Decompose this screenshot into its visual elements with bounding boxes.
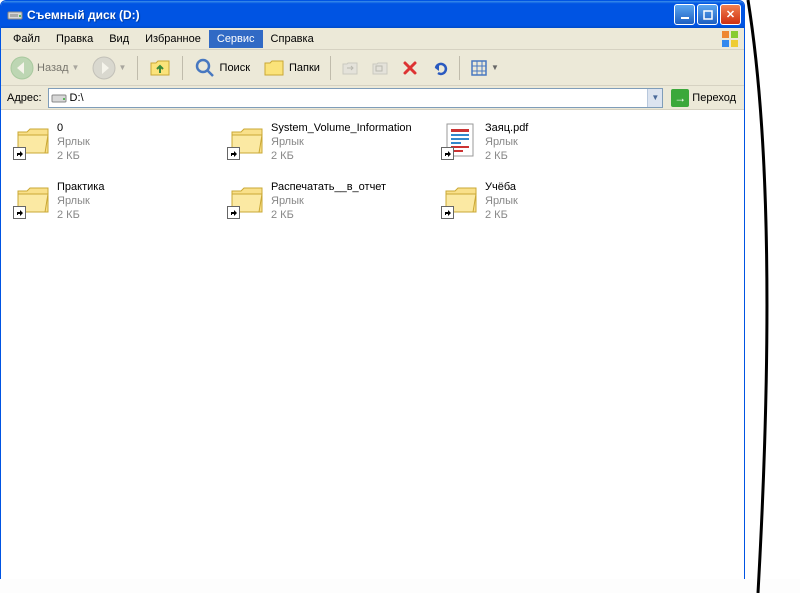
chevron-down-icon: ▼ xyxy=(72,63,80,72)
back-button[interactable]: Назад ▼ xyxy=(5,52,85,84)
views-button[interactable]: ▼ xyxy=(465,55,504,81)
file-type: Ярлык xyxy=(485,135,528,149)
forward-icon xyxy=(92,56,116,80)
menu-file[interactable]: Файл xyxy=(5,30,48,48)
folders-icon xyxy=(262,56,286,80)
go-label: Переход xyxy=(692,92,736,104)
address-value: D:\ xyxy=(70,92,648,104)
shortcut-overlay-icon xyxy=(227,147,240,160)
drive-icon xyxy=(7,7,23,23)
explorer-window: Съемный диск (D:) ✕ Файл Правка Вид Избр… xyxy=(0,0,745,580)
address-label: Адрес: xyxy=(5,92,44,104)
windows-logo-icon xyxy=(720,29,740,49)
separator xyxy=(459,56,460,80)
menu-view[interactable]: Вид xyxy=(101,30,137,48)
search-button[interactable]: Поиск xyxy=(188,52,255,84)
file-size: 2 КБ xyxy=(485,149,528,163)
file-name: Распечатать__в_отчет xyxy=(271,180,386,194)
undo-button[interactable] xyxy=(426,55,454,81)
menu-tools[interactable]: Сервис xyxy=(209,30,263,48)
folder-icon xyxy=(441,179,481,219)
copy-to-icon xyxy=(371,59,389,77)
back-label: Назад xyxy=(37,62,69,74)
file-size: 2 КБ xyxy=(271,149,412,163)
file-type: Ярлык xyxy=(57,135,90,149)
drive-icon xyxy=(51,90,67,106)
separator xyxy=(330,56,331,80)
go-arrow-icon: → xyxy=(671,89,689,107)
file-item[interactable]: 0Ярлык2 КБ xyxy=(11,118,221,165)
file-pane[interactable]: 0Ярлык2 КБSystem_Volume_InformationЯрлык… xyxy=(1,110,744,579)
menu-favorites[interactable]: Избранное xyxy=(137,30,209,48)
file-size: 2 КБ xyxy=(57,149,90,163)
page-footer-blank xyxy=(0,579,800,593)
file-type: Ярлык xyxy=(57,194,104,208)
file-item[interactable]: УчёбаЯрлык2 КБ xyxy=(439,177,649,224)
separator xyxy=(137,56,138,80)
file-name: Учёба xyxy=(485,180,518,194)
folder-icon xyxy=(13,179,53,219)
file-item[interactable]: System_Volume_InformationЯрлык2 КБ xyxy=(225,118,435,165)
file-item[interactable]: Распечатать__в_отчетЯрлык2 КБ xyxy=(225,177,435,224)
folder-up-icon xyxy=(148,56,172,80)
addressbar: Адрес: D:\ ▼ → Переход xyxy=(1,86,744,110)
folder-icon xyxy=(13,120,53,160)
file-name: 0 xyxy=(57,121,90,135)
menu-edit[interactable]: Правка xyxy=(48,30,101,48)
forward-button[interactable]: ▼ xyxy=(87,52,132,84)
up-button[interactable] xyxy=(143,52,177,84)
file-size: 2 КБ xyxy=(271,208,386,222)
undo-icon xyxy=(431,59,449,77)
copy-to-button[interactable] xyxy=(366,55,394,81)
address-combo[interactable]: D:\ ▼ xyxy=(48,88,664,108)
views-icon xyxy=(470,59,488,77)
shortcut-overlay-icon xyxy=(441,147,454,160)
menubar: Файл Правка Вид Избранное Сервис Справка xyxy=(1,28,744,50)
minimize-button[interactable] xyxy=(674,4,695,25)
file-size: 2 КБ xyxy=(57,208,104,222)
file-size: 2 КБ xyxy=(485,208,518,222)
shortcut-overlay-icon xyxy=(13,147,26,160)
titlebar[interactable]: Съемный диск (D:) ✕ xyxy=(1,1,744,28)
shortcut-overlay-icon xyxy=(441,206,454,219)
close-button[interactable]: ✕ xyxy=(720,4,741,25)
shortcut-overlay-icon xyxy=(13,206,26,219)
search-label: Поиск xyxy=(220,62,250,74)
page-curve xyxy=(740,0,800,593)
shortcut-overlay-icon xyxy=(227,206,240,219)
file-type: Ярлык xyxy=(271,135,412,149)
separator xyxy=(182,56,183,80)
file-name: Практика xyxy=(57,180,104,194)
document-icon xyxy=(441,120,481,160)
delete-icon xyxy=(401,59,419,77)
chevron-down-icon: ▼ xyxy=(491,63,499,72)
maximize-button[interactable] xyxy=(697,4,718,25)
delete-button[interactable] xyxy=(396,55,424,81)
file-item[interactable]: ПрактикаЯрлык2 КБ xyxy=(11,177,221,224)
chevron-down-icon: ▼ xyxy=(119,63,127,72)
folders-label: Папки xyxy=(289,62,320,74)
toolbar: Назад ▼ ▼ Поиск Папки ▼ xyxy=(1,50,744,86)
file-name: Заяц.pdf xyxy=(485,121,528,135)
window-title: Съемный диск (D:) xyxy=(27,8,674,22)
file-type: Ярлык xyxy=(485,194,518,208)
search-icon xyxy=(193,56,217,80)
menu-help[interactable]: Справка xyxy=(263,30,322,48)
address-dropdown[interactable]: ▼ xyxy=(647,89,662,107)
file-type: Ярлык xyxy=(271,194,386,208)
folders-button[interactable]: Папки xyxy=(257,52,325,84)
file-item[interactable]: Заяц.pdfЯрлык2 КБ xyxy=(439,118,649,165)
folder-icon xyxy=(227,120,267,160)
file-name: System_Volume_Information xyxy=(271,121,412,135)
back-icon xyxy=(10,56,34,80)
move-to-icon xyxy=(341,59,359,77)
move-to-button[interactable] xyxy=(336,55,364,81)
go-button[interactable]: → Переход xyxy=(667,87,740,109)
folder-icon xyxy=(227,179,267,219)
